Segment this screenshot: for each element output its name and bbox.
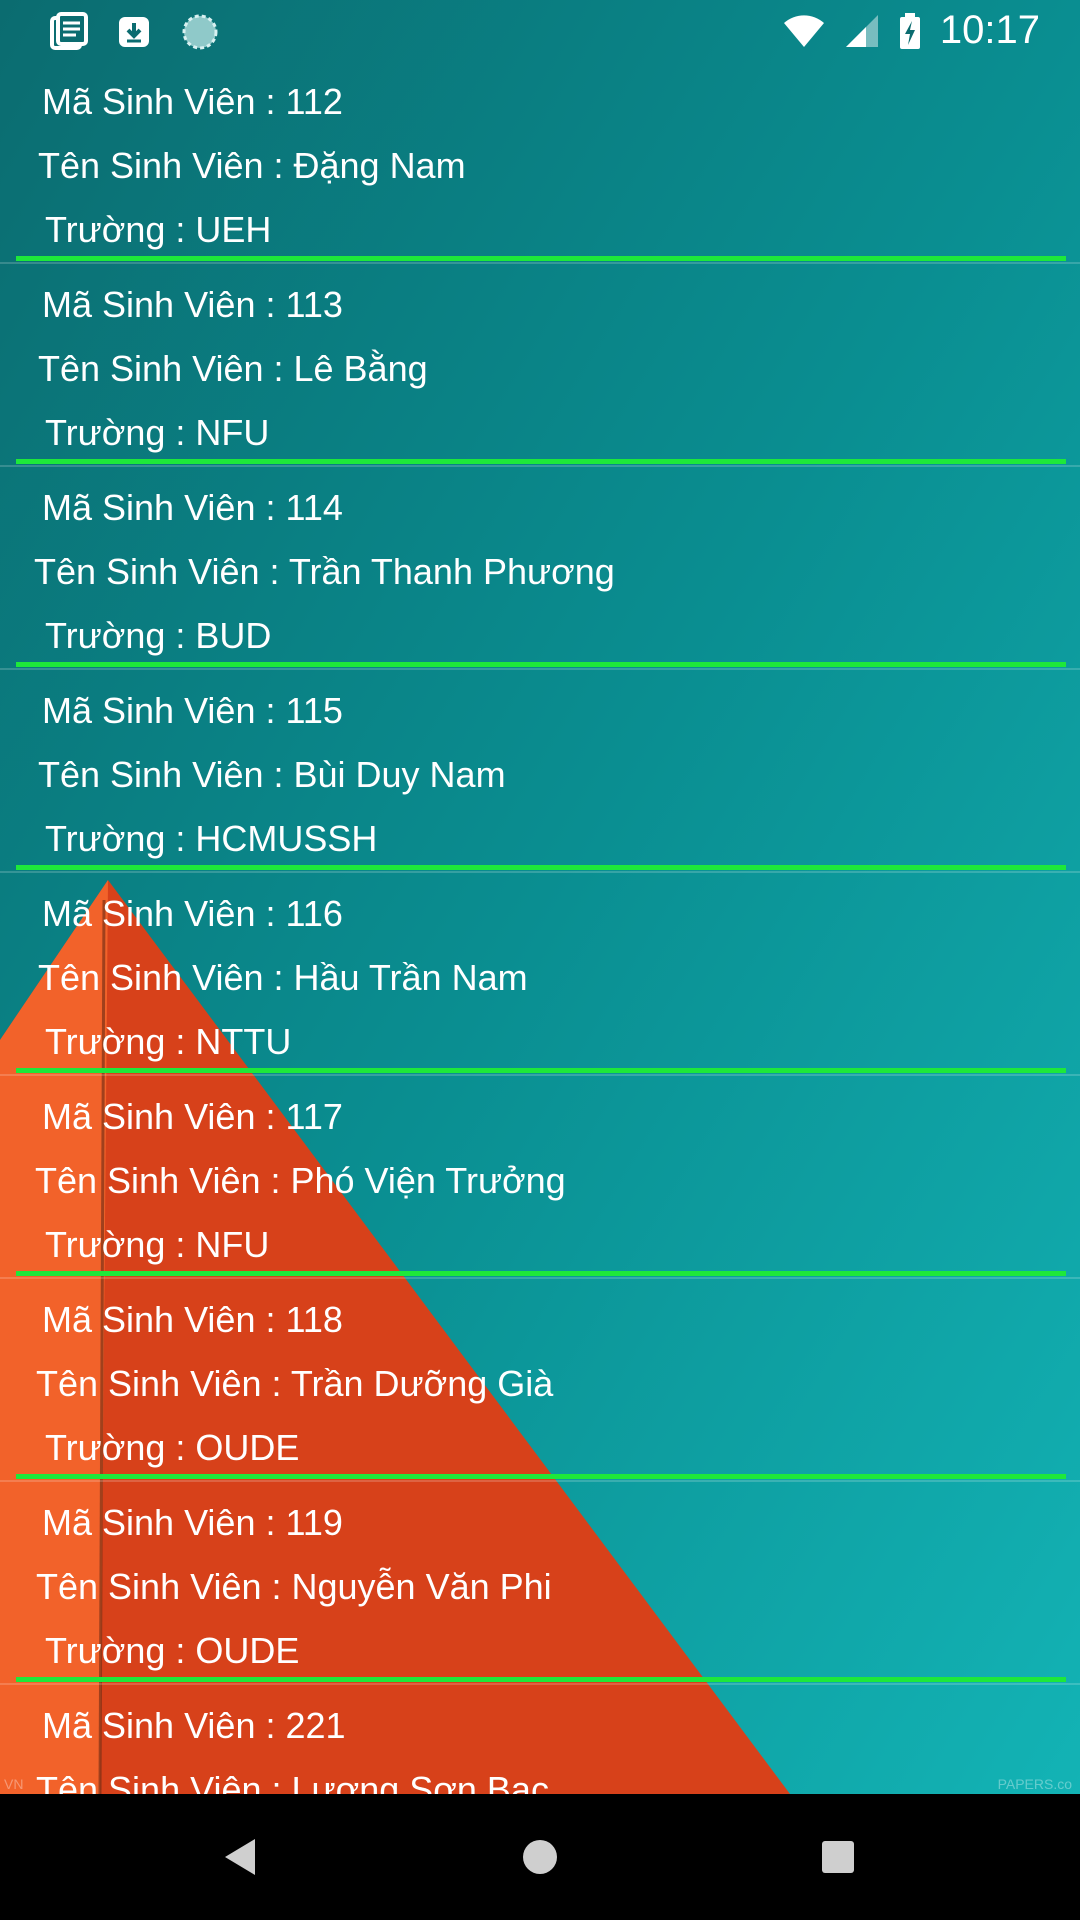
student-id: Mã Sinh Viên : 117 [42,1096,343,1137]
divider [16,1677,1066,1682]
list-item[interactable]: Mã Sinh Viên : 115 Tên Sinh Viên : Bùi D… [0,672,1080,875]
student-school: Trường : HCMUSSH [45,818,378,859]
status-bar: 10:17 [0,0,1080,63]
divider-line [0,668,1080,670]
divider [16,662,1066,667]
divider-line [0,1277,1080,1279]
recents-button[interactable] [808,1827,868,1887]
divider [16,865,1066,870]
student-school: Trường : UEH [45,209,272,250]
divider-line [0,262,1080,264]
student-name: Tên Sinh Viên : Hầu Trần Nam [38,957,528,998]
notes-icon [48,12,88,52]
student-school: Trường : NTTU [45,1021,292,1062]
list-item[interactable]: Mã Sinh Viên : 112 Tên Sinh Viên : Đặng … [0,63,1080,266]
divider [16,1271,1066,1276]
student-name: Tên Sinh Viên : Lương Sơn Bạc [36,1769,549,1794]
home-button[interactable] [510,1827,570,1887]
student-name: Tên Sinh Viên : Bùi Duy Nam [38,754,506,795]
divider [16,459,1066,464]
divider-line [0,871,1080,873]
watermark-right: PAPERS.co [997,1776,1072,1792]
student-name: Tên Sinh Viên : Lê Bằng [38,348,428,389]
student-name: Tên Sinh Viên : Nguyễn Văn Phi [36,1566,552,1607]
list-item[interactable]: Mã Sinh Viên : 113 Tên Sinh Viên : Lê Bằ… [0,266,1080,469]
divider-line [0,1074,1080,1076]
student-id: Mã Sinh Viên : 118 [42,1299,343,1340]
divider-line [0,465,1080,467]
divider-line [0,1480,1080,1482]
status-clock: 10:17 [939,8,1040,52]
student-id: Mã Sinh Viên : 115 [42,690,343,731]
list-item[interactable]: Mã Sinh Viên : 114 Tên Sinh Viên : Trần … [0,469,1080,672]
student-name: Tên Sinh Viên : Phó Viện Trưởng [35,1160,566,1201]
student-name: Tên Sinh Viên : Trần Dưỡng Già [36,1363,554,1404]
student-school: Trường : NFU [45,412,270,453]
list-item[interactable]: Mã Sinh Viên : 119 Tên Sinh Viên : Nguyễ… [0,1484,1080,1687]
list-item[interactable]: Mã Sinh Viên : 117 Tên Sinh Viên : Phó V… [0,1078,1080,1281]
list-item[interactable]: Mã Sinh Viên : 116 Tên Sinh Viên : Hầu T… [0,875,1080,1078]
student-list[interactable]: Mã Sinh Viên : 112 Tên Sinh Viên : Đặng … [0,63,1080,1794]
divider [16,256,1066,261]
recents-icon [822,1841,854,1873]
list-item[interactable]: Mã Sinh Viên : 118 Tên Sinh Viên : Trần … [0,1281,1080,1484]
student-id: Mã Sinh Viên : 114 [42,487,343,528]
divider [16,1068,1066,1073]
student-name: Tên Sinh Viên : Đặng Nam [38,145,466,186]
back-button[interactable] [211,1827,271,1887]
watermark-left: VN [4,1776,24,1792]
signal-icon [845,14,878,47]
download-icon [114,12,154,52]
divider-line [0,1683,1080,1685]
student-id: Mã Sinh Viên : 116 [42,893,343,934]
student-school: Trường : NFU [45,1224,270,1265]
student-school: Trường : OUDE [45,1427,300,1468]
home-icon [523,1840,557,1874]
student-id: Mã Sinh Viên : 221 [42,1705,346,1746]
sync-icon [180,12,220,52]
wifi-icon [783,14,824,47]
student-name: Tên Sinh Viên : Trần Thanh Phương [34,551,615,592]
battery-charging-icon [899,12,920,49]
list-item[interactable]: Mã Sinh Viên : 221 Tên Sinh Viên : Lương… [0,1687,1080,1794]
student-school: Trường : OUDE [45,1630,300,1671]
student-id: Mã Sinh Viên : 113 [42,284,343,325]
student-school: Trường : BUD [45,615,272,656]
back-icon [225,1839,255,1875]
student-id: Mã Sinh Viên : 119 [42,1502,343,1543]
navigation-bar [0,1794,1080,1920]
student-id: Mã Sinh Viên : 112 [42,81,343,122]
divider [16,1474,1066,1479]
